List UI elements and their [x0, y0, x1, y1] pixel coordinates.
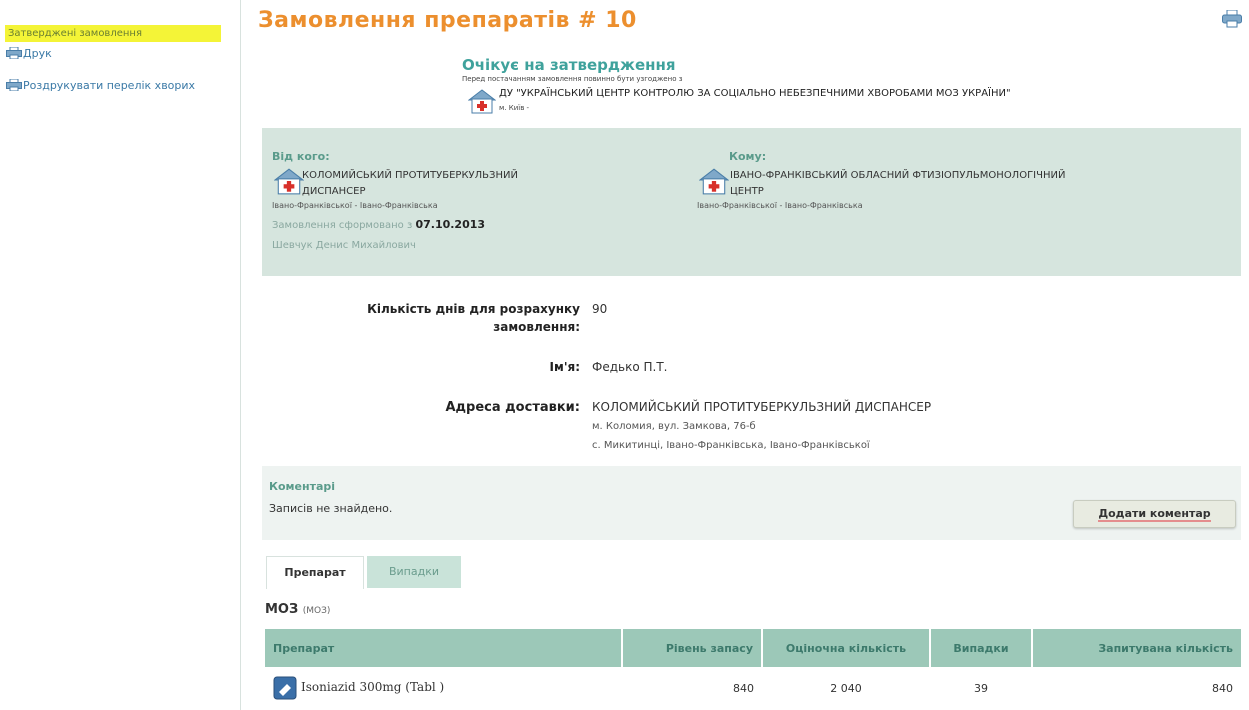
days-label-cont: замовлення: [493, 320, 580, 334]
estimate-cell: 2 040 [762, 667, 930, 709]
status-title: Очікує на затвердження [462, 56, 676, 74]
from-org-line2: ДИСПАНСЕР [302, 186, 366, 197]
sidebar-item-print-patients[interactable]: Роздрукувати перелік хворих [6, 78, 211, 93]
from-label: Від кого: [272, 150, 330, 163]
order-parties-panel: Від кого: КОЛОМИЙСЬКИЙ ПРОТИТУБЕРКУЛЬЗНИ… [262, 128, 1241, 276]
address-line3: с. Микитинці, Івано-Франківська, Івано-Ф… [592, 440, 870, 451]
days-label: Кількість днів для розрахунку [367, 302, 580, 316]
name-label: Ім'я: [549, 360, 580, 374]
status-city: м. Київ - [499, 104, 530, 112]
sidebar-print-label: Друк [23, 47, 52, 60]
to-region: Івано-Франківської - Івано-Франківська [697, 201, 863, 210]
status-note: Перед постачанням замовлення повинно бут… [462, 75, 683, 83]
section-title-main: МОЗ [265, 602, 299, 617]
to-label: Кому: [729, 150, 767, 163]
hospital-icon [468, 89, 496, 114]
address-line1: КОЛОМИЙСЬКИЙ ПРОТИТУБЕРКУЛЬЗНИЙ ДИСПАНСЕ… [592, 400, 932, 414]
printer-icon [6, 47, 22, 59]
pill-icon [273, 676, 297, 700]
tab-cases[interactable]: Випадки [367, 556, 461, 588]
address-label: Адреса доставки: [445, 400, 581, 415]
add-comment-button[interactable]: Додати коментар [1073, 500, 1236, 528]
col-requested[interactable]: Запитувана кількість [1032, 629, 1241, 667]
formed-date: 07.10.2013 [415, 218, 486, 231]
sidebar: Затверджені замовлення Друк Роздрукувати… [0, 0, 241, 710]
name-value: Федько П.Т. [592, 360, 668, 374]
comments-title: Коментарі [269, 480, 336, 493]
drug-cell: Isoniazid 300mg (Tabl ) [265, 667, 622, 709]
col-estimate[interactable]: Оціночна кількість [762, 629, 931, 667]
status-org: ДУ "УКРАЇНСЬКИЙ ЦЕНТР КОНТРОЛЮ ЗА СОЦІАЛ… [499, 88, 1011, 99]
hospital-icon [274, 168, 304, 195]
page-title: Замовлення препаратів # 10 [258, 8, 637, 33]
sidebar-item-print[interactable]: Друк [6, 46, 52, 61]
order-author[interactable]: Шевчук Денис Михайлович [272, 240, 416, 251]
drugs-table: Препарат Рівень запасу Оціночна кількіст… [265, 629, 1241, 709]
drug-name: Isoniazid 300mg (Tabl ) [301, 680, 445, 694]
col-stock[interactable]: Рівень запасу [622, 629, 763, 667]
formed-line: Замовлення сформовано з 07.10.2013 [272, 218, 485, 231]
to-org-line1: ІВАНО-ФРАНКІВСЬКИЙ ОБЛАСНИЙ ФТИЗІОПУЛЬМО… [730, 170, 1066, 181]
col-drug[interactable]: Препарат [265, 629, 623, 667]
sidebar-print-patients-label: Роздрукувати перелік хворих [23, 79, 196, 92]
comments-empty: Записів не знайдено. [269, 502, 393, 515]
cases-cell: 39 [930, 667, 1032, 709]
from-org-line1: КОЛОМИЙСЬКИЙ ПРОТИТУБЕРКУЛЬЗНИЙ [302, 170, 518, 181]
stock-cell: 840 [622, 667, 762, 709]
to-org-line2: ЦЕНТР [730, 186, 764, 197]
print-page-icon[interactable] [1222, 10, 1242, 28]
add-comment-label: Додати коментар [1098, 507, 1211, 522]
formed-label: Замовлення сформовано з [272, 220, 413, 231]
address-line2: м. Коломия, вул. Замкова, 76-б [592, 421, 756, 432]
table-row[interactable]: Isoniazid 300mg (Tabl ) 840 2 040 39 840 [265, 667, 1241, 709]
days-value: 90 [592, 302, 608, 316]
printer-icon [6, 79, 22, 91]
col-cases[interactable]: Випадки [930, 629, 1033, 667]
from-region: Івано-Франківської - Івано-Франківська [272, 201, 438, 210]
tab-drug[interactable]: Препарат [266, 556, 364, 589]
section-title-sub: (МОЗ) [302, 606, 331, 616]
section-title: МОЗ (МОЗ) [265, 602, 330, 617]
requested-cell: 840 [1032, 667, 1241, 709]
sidebar-item-approved-orders[interactable]: Затверджені замовлення [5, 25, 221, 42]
table-header-row: Препарат Рівень запасу Оціночна кількіст… [265, 629, 1241, 667]
hospital-icon [699, 168, 729, 195]
